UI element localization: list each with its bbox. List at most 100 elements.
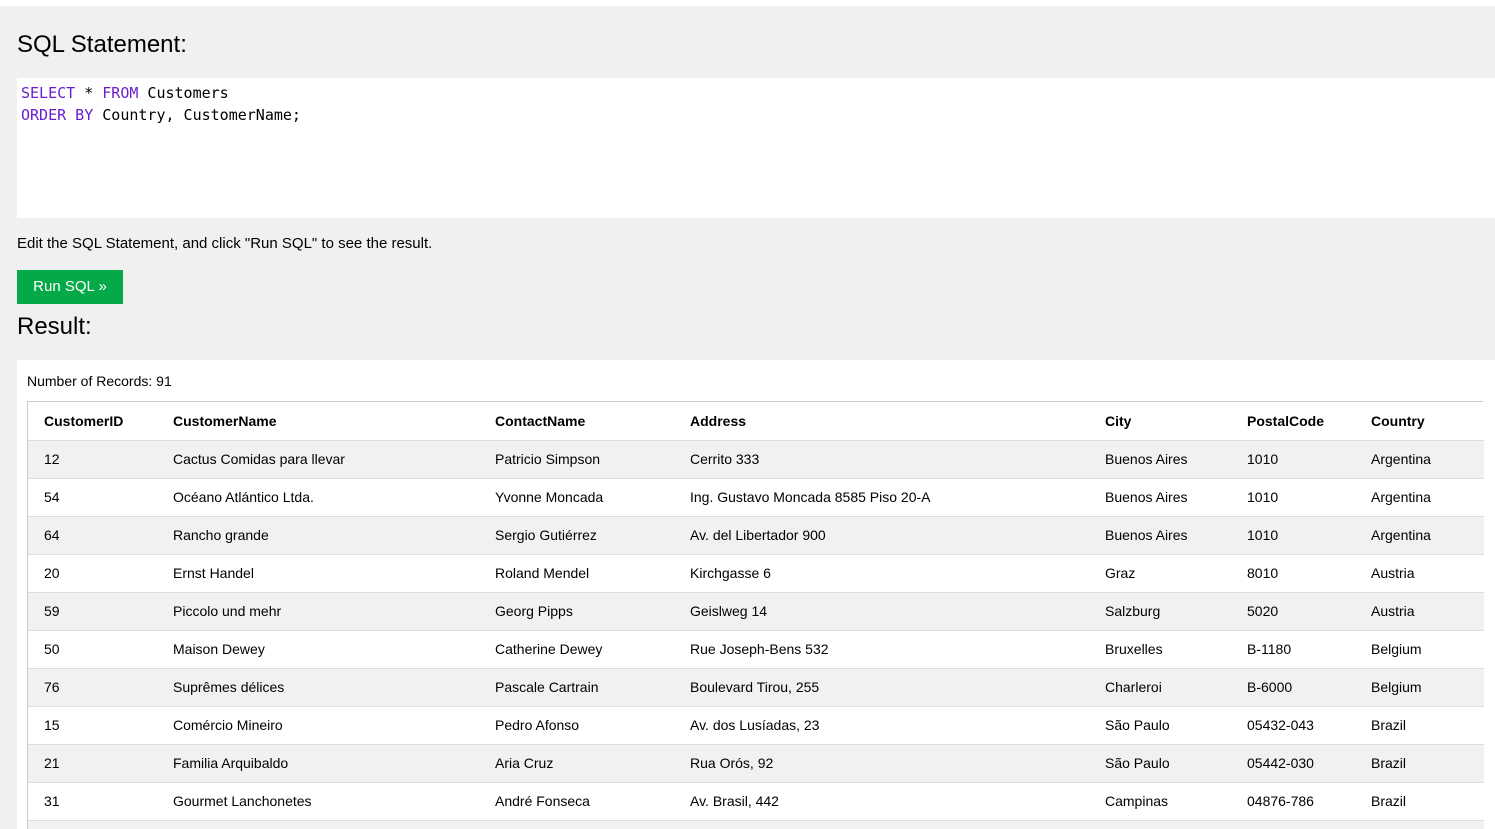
column-header: ContactName: [479, 402, 674, 440]
table-cell: Aria Cruz: [495, 755, 554, 771]
sql-statement-heading: SQL Statement:: [17, 31, 187, 58]
table-cell: Austria: [1371, 603, 1415, 619]
table-cell: 59: [44, 603, 60, 619]
table-cell: 8010: [1247, 565, 1279, 581]
column-header: CustomerName: [157, 402, 479, 440]
table-cell: Piccolo und mehr: [173, 603, 282, 619]
table-cell: Rue Joseph-Bens 532: [690, 641, 829, 657]
table-cell: [479, 820, 674, 829]
table-cell: B-1180: [1247, 641, 1292, 657]
table-cell: 05432-043: [1247, 717, 1314, 733]
table-cell: 54: [44, 489, 60, 505]
table-cell: [674, 820, 1089, 829]
table-cell: Familia Arquibaldo: [173, 755, 289, 771]
table-cell: Austria: [1371, 565, 1415, 581]
sql-line-1[interactable]: SELECT * FROM Customers: [21, 82, 1491, 104]
table-cell: São Paulo: [1105, 755, 1170, 771]
table-cell: Av. del Libertador 900: [690, 527, 826, 543]
table-cell: Océano Atlántico Ltda.: [173, 489, 314, 505]
table-cell: Argentina: [1371, 527, 1431, 543]
table-body: 12 Cactus Comidas para llevar Patricio Sim…: [28, 440, 1484, 829]
table-cell: Bruxelles: [1105, 641, 1163, 657]
sql-editor[interactable]: SELECT * FROM Customers ORDER BY Country,…: [17, 78, 1495, 218]
table-row: 31 Gourmet Lanchonetes André Fonseca Av. Br…: [28, 782, 1484, 820]
table-cell: [1089, 820, 1231, 829]
table-cell: [157, 820, 479, 829]
table-cell: 5020: [1247, 603, 1279, 619]
table-cell: Roland Mendel: [495, 565, 590, 581]
table-cell: 50: [44, 641, 60, 657]
table-cell: Suprêmes délices: [173, 679, 285, 695]
table-row: 59 Piccolo und mehr Georg Pipps Geislweg 14…: [28, 592, 1484, 630]
table-row: 50 Maison Dewey Catherine Dewey Rue Joseph-…: [28, 630, 1484, 668]
sql-line-2[interactable]: ORDER BY Country, CustomerName;: [21, 104, 1491, 126]
table-cell: [28, 820, 157, 829]
table-cell: Pascale Cartrain: [495, 679, 599, 695]
table-cell: Brazil: [1371, 755, 1407, 771]
table-cell: 12: [44, 451, 60, 467]
table-cell: 05442-030: [1247, 755, 1314, 771]
table-cell: B-6000: [1247, 679, 1293, 695]
table-cell: Ernst Handel: [173, 565, 254, 581]
table-row: 20 Ernst Handel Roland Mendel Kirchgasse 6 G…: [28, 554, 1484, 592]
table-row: 76 Suprêmes délices Pascale Cartrain Boulev…: [28, 668, 1484, 706]
table-cell: Sergio Gutiérrez: [495, 527, 597, 543]
sql-text: Country, CustomerName;: [93, 106, 301, 124]
result-table: CustomerID CustomerName ContactName Address…: [28, 402, 1484, 829]
table-cell: Av. dos Lusíadas, 23: [690, 717, 820, 733]
result-table-container: CustomerID CustomerName ContactName Address…: [27, 401, 1484, 829]
table-cell: Rua Orós, 92: [690, 755, 774, 771]
table-row: 54 Océano Atlántico Ltda. Yvonne Moncada In…: [28, 478, 1484, 516]
table-cell: 64: [44, 527, 60, 543]
table-cell: Argentina: [1371, 451, 1431, 467]
table-cell: Buenos Aires: [1105, 489, 1188, 505]
column-header: City: [1089, 402, 1231, 440]
sql-text: Customers: [138, 84, 229, 102]
result-heading: Result:: [17, 313, 92, 340]
table-cell: Graz: [1105, 565, 1136, 581]
table-cell: 31: [44, 793, 60, 809]
table-cell: Catherine Dewey: [495, 641, 603, 657]
run-sql-button[interactable]: Run SQL »: [17, 270, 123, 304]
table-cell: São Paulo: [1105, 717, 1170, 733]
table-cell: Cactus Comidas para llevar: [173, 451, 345, 467]
table-cell: Belgium: [1371, 641, 1422, 657]
column-header: PostalCode: [1231, 402, 1355, 440]
table-cell: Buenos Aires: [1105, 451, 1188, 467]
table-cell: 20: [44, 565, 60, 581]
table-cell: Patricio Simpson: [495, 451, 601, 467]
table-cell: Kirchgasse 6: [690, 565, 771, 581]
table-cell: Charleroi: [1105, 679, 1162, 695]
table-row: [28, 820, 1484, 829]
sql-keyword: SELECT: [21, 84, 76, 102]
table-cell: Buenos Aires: [1105, 527, 1188, 543]
table-cell: Comércio Mineiro: [173, 717, 283, 733]
table-cell: Av. Brasil, 442: [690, 793, 779, 809]
result-panel: Number of Records: 91 CustomerID Customer…: [17, 360, 1495, 829]
instruction-text: Edit the SQL Statement, and click "Run S…: [17, 235, 433, 252]
table-cell: Geislweg 14: [690, 603, 768, 619]
table-cell: 76: [44, 679, 60, 695]
table-cell: Rancho grande: [173, 527, 269, 543]
table-row: 64 Rancho grande Sergio Gutiérrez Av. del L…: [28, 516, 1484, 554]
table-cell: 1010: [1247, 451, 1279, 467]
table-cell: Argentina: [1371, 489, 1431, 505]
table-header-row: CustomerID CustomerName ContactName Address…: [28, 402, 1484, 440]
table-cell: Yvonne Moncada: [495, 489, 604, 505]
table-cell: Belgium: [1371, 679, 1422, 695]
table-cell: [1355, 820, 1484, 829]
table-cell: Maison Dewey: [173, 641, 265, 657]
table-cell: André Fonseca: [495, 793, 590, 809]
table-cell: 1010: [1247, 489, 1279, 505]
sql-text: *: [75, 84, 103, 102]
table-cell: Ing. Gustavo Moncada 8585 Piso 20-A: [690, 489, 931, 505]
sql-keyword: FROM: [102, 84, 139, 102]
table-row: 21 Familia Arquibaldo Aria Cruz Rua Orós, 9…: [28, 744, 1484, 782]
column-header: CustomerID: [28, 402, 157, 440]
table-cell: Gourmet Lanchonetes: [173, 793, 312, 809]
table-cell: 04876-786: [1247, 793, 1314, 809]
table-cell: Brazil: [1371, 717, 1407, 733]
table-cell: Boulevard Tirou, 255: [690, 679, 820, 695]
table-cell: Salzburg: [1105, 603, 1161, 619]
table-cell: [1231, 820, 1355, 829]
